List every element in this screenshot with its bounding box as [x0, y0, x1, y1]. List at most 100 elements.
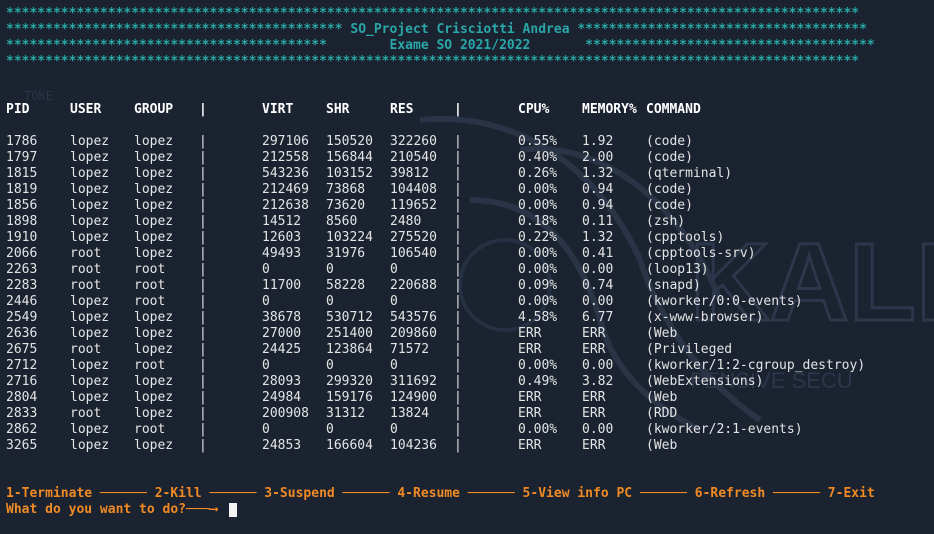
cell-pid: 2636 [6, 326, 38, 341]
column-header-group: GROUP [134, 102, 174, 117]
banner-title: ****************************************… [6, 22, 867, 37]
cell-res: 71572 [390, 342, 430, 357]
cell-sep1: | [199, 374, 207, 389]
cell-group: root [134, 294, 166, 309]
cell-pid: 2804 [6, 390, 38, 405]
cell-command: (x-www-browser) [646, 310, 764, 325]
cell-shr: 31976 [326, 246, 366, 261]
cell-command: (Privileged [646, 342, 733, 357]
cell-group: lopez [134, 342, 174, 357]
cell-shr: 0 [326, 294, 334, 309]
cell-sep1: | [199, 166, 207, 181]
cell-group: root [134, 278, 166, 293]
cell-virt: 543236 [262, 166, 309, 181]
cell-cpu: 0.26% [518, 166, 558, 181]
cell-shr: 123864 [326, 342, 373, 357]
cell-cpu: 0.00% [518, 262, 558, 277]
cell-shr: 8560 [326, 214, 358, 229]
cell-shr: 103224 [326, 230, 373, 245]
cell-virt: 24853 [262, 438, 302, 453]
cell-command: (zsh) [646, 214, 686, 229]
cell-cpu: 0.09% [518, 278, 558, 293]
cell-sep2: | [454, 262, 462, 277]
cell-memory: 0.11 [582, 214, 614, 229]
cell-group: lopez [134, 166, 174, 181]
cell-user: lopez [70, 438, 110, 453]
cell-sep1: | [199, 310, 207, 325]
cell-res: 119652 [390, 198, 437, 213]
cell-command: (kworker/2:1-events) [646, 422, 803, 437]
cell-shr: 150520 [326, 134, 373, 149]
cell-user: lopez [70, 166, 110, 181]
cell-res: 275520 [390, 230, 437, 245]
cell-user: root [70, 278, 102, 293]
cell-virt: 49493 [262, 246, 302, 261]
cell-res: 0 [390, 358, 398, 373]
cell-pid: 2862 [6, 422, 38, 437]
cell-sep1: | [199, 150, 207, 165]
cell-command: (code) [646, 198, 693, 213]
cell-sep2: | [454, 374, 462, 389]
cell-user: lopez [70, 214, 110, 229]
cell-user: lopez [70, 374, 110, 389]
column-header-sep2: | [454, 102, 462, 117]
cell-group: lopez [134, 230, 174, 245]
cell-shr: 0 [326, 358, 334, 373]
cell-group: root [134, 358, 166, 373]
cell-res: 209860 [390, 326, 437, 341]
banner-subtitle: ****************************************… [6, 38, 875, 53]
cell-memory: 0.94 [582, 198, 614, 213]
column-header-user: USER [70, 102, 102, 117]
cell-sep2: | [454, 214, 462, 229]
cell-memory: ERR [582, 342, 606, 357]
cell-sep1: | [199, 294, 207, 309]
cell-memory: 0.00 [582, 294, 614, 309]
cell-sep2: | [454, 246, 462, 261]
cell-cpu: 0.00% [518, 246, 558, 261]
cell-memory: 0.00 [582, 422, 614, 437]
cell-res: 210540 [390, 150, 437, 165]
cell-command: (loop13) [646, 262, 709, 277]
cell-sep2: | [454, 198, 462, 213]
cell-group: lopez [134, 182, 174, 197]
cell-sep1: | [199, 246, 207, 261]
cell-user: root [70, 262, 102, 277]
cell-cpu: 0.00% [518, 198, 558, 213]
cell-sep2: | [454, 310, 462, 325]
cell-res: 0 [390, 294, 398, 309]
banner-line-4: ****************************************… [6, 54, 860, 69]
cell-memory: 0.00 [582, 262, 614, 277]
cell-res: 0 [390, 262, 398, 277]
cell-user: lopez [70, 326, 110, 341]
text-cursor[interactable] [229, 503, 237, 517]
command-prompt: What do you want to do?───⟶ [6, 502, 218, 517]
cell-user: lopez [70, 198, 110, 213]
cell-memory: ERR [582, 406, 606, 421]
cell-virt: 0 [262, 262, 270, 277]
cell-sep1: | [199, 182, 207, 197]
terminal-window[interactable]: ****************************************… [0, 0, 934, 534]
action-menu: 1-Terminate ────── 2-Kill ────── 3-Suspe… [6, 486, 875, 501]
cell-command: (RDD [646, 406, 678, 421]
cell-memory: 1.32 [582, 230, 614, 245]
cell-res: 543576 [390, 310, 437, 325]
cell-shr: 0 [326, 262, 334, 277]
cell-cpu: ERR [518, 326, 542, 341]
cell-group: lopez [134, 214, 174, 229]
column-header-cpu: CPU% [518, 102, 550, 117]
cell-user: lopez [70, 310, 110, 325]
cell-memory: 3.82 [582, 374, 614, 389]
cell-memory: 0.00 [582, 358, 614, 373]
cell-group: lopez [134, 390, 174, 405]
cell-pid: 2066 [6, 246, 38, 261]
cell-memory: 0.94 [582, 182, 614, 197]
cell-pid: 1786 [6, 134, 38, 149]
cell-command: (code) [646, 134, 693, 149]
cell-group: lopez [134, 150, 174, 165]
cell-command: (kworker/1:2-cgroup_destroy) [646, 358, 866, 373]
banner-line-1: ****************************************… [6, 6, 860, 21]
cell-sep1: | [199, 342, 207, 357]
cell-pid: 2263 [6, 262, 38, 277]
cell-command: (Web [646, 390, 678, 405]
cell-user: lopez [70, 182, 110, 197]
